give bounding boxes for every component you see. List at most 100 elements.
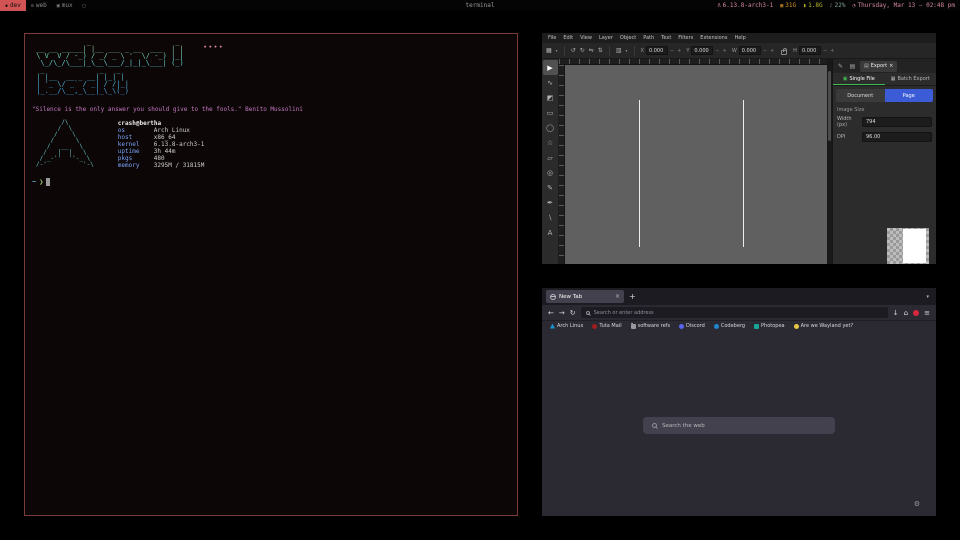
tool-box3d[interactable]: ▱ [543, 150, 558, 165]
home-icon[interactable]: ⌂ [904, 309, 908, 317]
w-input[interactable]: 0.000 [739, 46, 761, 55]
width-label: Width (px) [837, 116, 859, 128]
downloads-icon[interactable]: ↓ [893, 309, 899, 317]
h-input[interactable]: 0.000 [799, 46, 821, 55]
document-button[interactable]: Document [836, 89, 885, 102]
bookmark-tuta-mail[interactable]: Tuta Mail [592, 323, 621, 329]
w-increment[interactable]: + [769, 48, 775, 54]
active-tab[interactable]: New Tab × [546, 290, 624, 303]
new-tab-page: Search the web ⚙ [542, 331, 936, 516]
flip-horizontal-icon[interactable]: ⇋ [589, 47, 594, 54]
menu-path[interactable]: Path [643, 35, 654, 41]
tool-rectangle[interactable]: ▭ [543, 105, 558, 120]
layers-dock-icon[interactable]: ▤ [848, 63, 857, 70]
selection-mode-icon[interactable]: ▦ [546, 47, 552, 54]
dpi-input[interactable]: 96.00 [862, 132, 932, 142]
h-increment[interactable]: + [829, 48, 835, 54]
y-increment[interactable]: + [722, 48, 728, 54]
terminal-window[interactable]: _ _ __ __ _____| |__ ___ _ __ ___ | | \ … [24, 33, 518, 516]
scrollbar-thumb[interactable] [828, 71, 831, 141]
x-decrement[interactable]: − [669, 48, 675, 54]
menu-file[interactable]: File [548, 35, 556, 41]
list-tabs-chevron-icon[interactable]: ▾ [926, 294, 932, 300]
export-tab-close-icon[interactable]: × [889, 63, 893, 69]
single-file-tab[interactable]: ▣ Single File [833, 73, 885, 85]
snap-icon[interactable]: ▥ [616, 47, 622, 54]
arch-icon: Λ [718, 3, 721, 9]
bookmark-are-we-wayland-yet[interactable]: Are we Wayland yet? [794, 323, 853, 329]
kernel-text: 6.13.8-arch3-1 [723, 2, 774, 9]
y-decrement[interactable]: − [714, 48, 720, 54]
search-icon [586, 311, 590, 315]
y-input[interactable]: 0.000 [691, 46, 713, 55]
shell-prompt[interactable]: ~ ❯ [32, 178, 510, 186]
bookmark-discord[interactable]: Discord [679, 323, 705, 329]
disk-icon: ▦ [780, 3, 783, 9]
fetch-output: /\ / \ / \ / \ / __ \ / | | \ / _-'' ''-… [32, 120, 510, 169]
width-input[interactable]: 794 [862, 117, 932, 127]
reload-button[interactable]: ↻ [570, 309, 576, 317]
tool-pencil[interactable]: ✎ [543, 180, 558, 195]
menu-filters[interactable]: Filters [678, 35, 693, 41]
x-increment[interactable]: + [676, 48, 682, 54]
menu-extensions[interactable]: Extensions [700, 35, 727, 41]
menu-layer[interactable]: Layer [599, 35, 613, 41]
tool-star[interactable]: ☆ [543, 135, 558, 150]
tool-pen[interactable]: ✒ [543, 195, 558, 210]
menu-object[interactable]: Object [620, 35, 636, 41]
tool-node[interactable]: ∿ [543, 75, 558, 90]
export-dock-tab[interactable]: ▤ Export × [860, 61, 897, 72]
workspace-mux[interactable]: ▣ mux [52, 0, 78, 11]
bookmark-photopea[interactable]: Photopea [754, 323, 785, 329]
x-input[interactable]: 0.000 [646, 46, 668, 55]
w-decrement[interactable]: − [762, 48, 768, 54]
page-button[interactable]: Page [885, 89, 934, 102]
menu-edit[interactable]: Edit [563, 35, 573, 41]
bookmark-arch-linux[interactable]: Arch Linux [550, 323, 583, 329]
workspace-web[interactable]: ⊙ web [26, 0, 52, 11]
url-bar[interactable]: Search or enter address [581, 307, 888, 318]
edit-dock-icon[interactable]: ✎ [836, 63, 845, 70]
lock-ratio-icon[interactable] [781, 50, 787, 55]
menu-icon[interactable]: ≡ [924, 309, 930, 317]
volume-module[interactable]: ♪ 22% [830, 2, 846, 9]
rotate-ccw-icon[interactable]: ↺ [571, 47, 576, 54]
chevron-down-icon[interactable]: ▾ [625, 48, 627, 53]
workspace-mux-label: mux [62, 2, 73, 9]
personalize-gear-icon[interactable]: ⚙ [914, 500, 920, 508]
extension-icon[interactable] [913, 310, 919, 316]
export-mode-tabs: ▣ Single File ▦ Batch Export [833, 73, 936, 86]
workspace-dev[interactable]: ◆ dev [0, 0, 26, 11]
tool-text[interactable]: A [543, 225, 558, 240]
box3d-icon: ▱ [547, 154, 552, 162]
menu-view[interactable]: View [580, 35, 592, 41]
tool-calligraphy[interactable]: ∖ [543, 210, 558, 225]
disk-text: 31G [785, 2, 796, 9]
tool-selector[interactable]: ▶ [543, 60, 558, 75]
back-button[interactable]: ← [548, 309, 554, 317]
flip-vertical-icon[interactable]: ⇅ [598, 47, 603, 54]
web-search-input[interactable]: Search the web [643, 417, 835, 434]
tool-ellipse[interactable]: ◯ [543, 120, 558, 135]
tool-spiral[interactable]: ◎ [543, 165, 558, 180]
new-tab-button[interactable]: + [629, 292, 636, 301]
batch-export-tab[interactable]: ▦ Batch Export [885, 73, 937, 85]
drawn-path-line-1[interactable] [639, 100, 640, 247]
h-decrement[interactable]: − [822, 48, 828, 54]
inkscape-canvas[interactable] [565, 65, 827, 264]
workspace-4[interactable]: □ [78, 0, 91, 11]
memory-module: ▮ 1.8G [803, 2, 822, 9]
rotate-cw-icon[interactable]: ↻ [580, 47, 585, 54]
workspace-dev-label: dev [10, 2, 21, 9]
bookmark-codeberg[interactable]: Codeberg [714, 323, 745, 329]
bookmark-folder-software-refs[interactable]: software refs [631, 323, 670, 329]
menu-help[interactable]: Help [734, 35, 745, 41]
menu-text[interactable]: Text [661, 35, 671, 41]
fetch-row-pkgs: pkgs 480 [118, 155, 205, 162]
fetch-row-memory: memory 3295M / 31815M [118, 162, 205, 169]
tool-shape-builder[interactable]: ◩ [543, 90, 558, 105]
tab-close-icon[interactable]: × [615, 293, 620, 300]
chevron-down-icon[interactable]: ▾ [556, 48, 558, 53]
forward-button[interactable]: → [559, 309, 565, 317]
drawn-path-line-2[interactable] [743, 100, 744, 247]
